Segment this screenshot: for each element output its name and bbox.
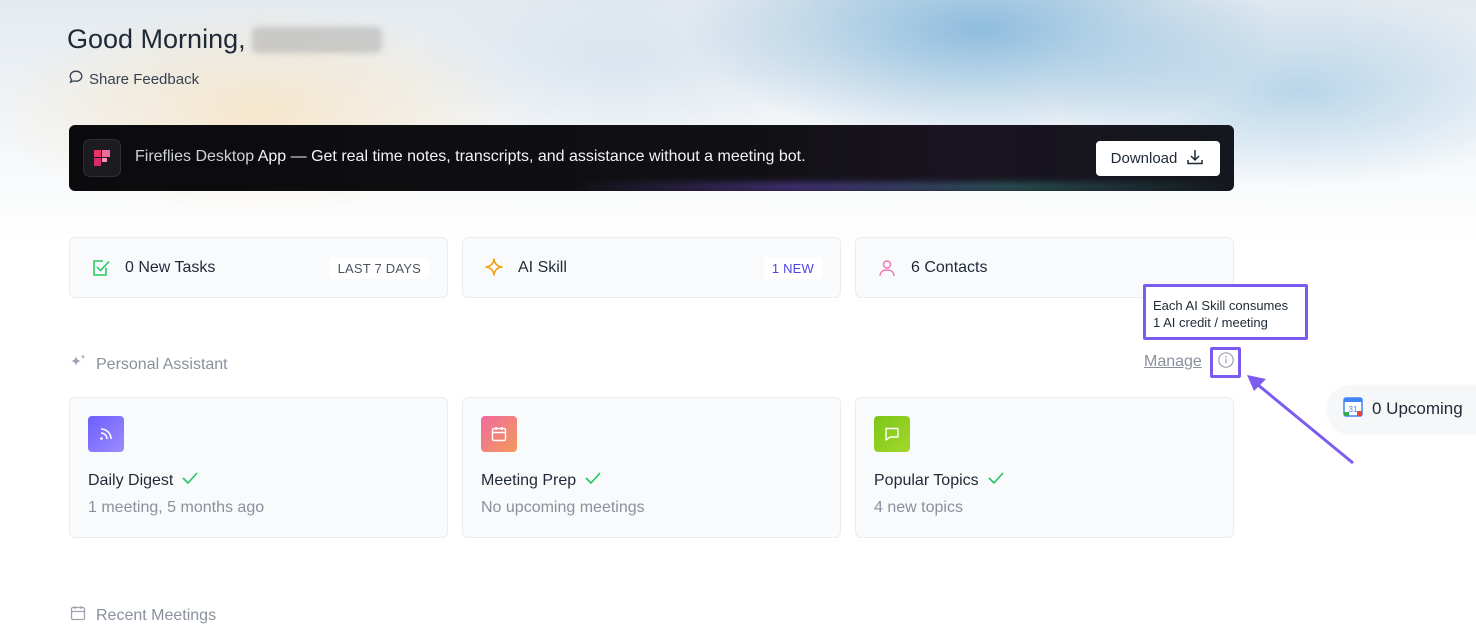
stat-card-ai-skill[interactable]: AI Skill 1 NEW <box>462 237 841 298</box>
checkmark-icon <box>987 471 1005 490</box>
recent-meetings-heading: Recent Meetings <box>69 604 216 627</box>
card-title: Popular Topics <box>874 471 1005 490</box>
ai-skill-credit-tooltip: Each AI Skill consumes 1 AI credit / mee… <box>1143 284 1308 340</box>
banner-message-text: App — Get real time notes, transcripts, … <box>254 148 806 165</box>
personal-assistant-heading: Personal Assistant <box>69 353 228 376</box>
share-feedback-label: Share Feedback <box>89 70 200 88</box>
card-title-text: Meeting Prep <box>481 471 577 489</box>
banner-message: Fireflies Desktop App — Get real time no… <box>135 148 806 166</box>
banner-app-name: Fireflies Desktop <box>135 148 255 165</box>
upcoming-meetings-button[interactable]: 31 0 Upcoming <box>1327 385 1476 433</box>
stat-tag: 1 NEW <box>763 257 822 279</box>
greeting-heading: Good Morning, <box>67 24 382 55</box>
fireflies-logo-icon <box>83 139 121 177</box>
redacted-user-name <box>251 26 382 53</box>
calendar-day: 31 <box>1349 405 1358 414</box>
daily-digest-card[interactable]: Daily Digest 1 meeting, 5 months ago <box>69 397 448 538</box>
task-check-icon <box>90 257 112 279</box>
card-title: Daily Digest <box>88 471 199 490</box>
desktop-app-banner: Fireflies Desktop App — Get real time no… <box>69 125 1234 191</box>
rss-icon <box>88 416 124 452</box>
card-subtitle: No upcoming meetings <box>481 499 645 516</box>
stat-card-tasks[interactable]: 0 New Tasks LAST 7 DAYS <box>69 237 448 298</box>
stat-tag: LAST 7 DAYS <box>329 257 429 279</box>
card-title-text: Daily Digest <box>88 471 174 489</box>
tooltip-line-1: Each AI Skill consumes <box>1153 298 1289 313</box>
card-title-text: Popular Topics <box>874 471 979 489</box>
share-feedback-link[interactable]: Share Feedback <box>68 69 199 89</box>
personal-assistant-title: Personal Assistant <box>96 355 228 373</box>
stat-label: 0 New Tasks <box>125 258 216 276</box>
checkmark-icon <box>584 471 602 490</box>
download-icon <box>1185 147 1205 171</box>
stat-label: 6 Contacts <box>911 258 988 276</box>
chat-bubble-icon <box>68 69 84 89</box>
person-icon <box>876 257 898 279</box>
info-icon <box>1217 351 1235 374</box>
checkmark-icon <box>181 471 199 490</box>
calendar-icon <box>481 416 517 452</box>
download-label: Download <box>1110 150 1178 167</box>
tooltip-line-2: 1 AI credit / meeting <box>1153 315 1268 330</box>
calendar-outline-icon <box>69 604 87 627</box>
card-subtitle: 4 new topics <box>874 499 963 516</box>
popular-topics-card[interactable]: Popular Topics 4 new topics <box>855 397 1234 538</box>
recent-meetings-title: Recent Meetings <box>96 606 217 624</box>
download-button[interactable]: Download <box>1096 141 1220 176</box>
manage-link[interactable]: Manage <box>1144 353 1202 371</box>
stat-label: AI Skill <box>518 258 567 276</box>
card-title: Meeting Prep <box>481 471 602 490</box>
greeting-text: Good Morning, <box>67 24 246 54</box>
sparkles-icon <box>69 353 87 376</box>
upcoming-label: 0 Upcoming <box>1372 399 1463 418</box>
meeting-prep-card[interactable]: Meeting Prep No upcoming meetings <box>462 397 841 538</box>
chat-icon <box>874 416 910 452</box>
info-button[interactable] <box>1210 347 1241 378</box>
card-subtitle: 1 meeting, 5 months ago <box>88 499 265 516</box>
google-calendar-icon: 31 <box>1343 396 1363 422</box>
sparkle-icon <box>483 257 505 279</box>
